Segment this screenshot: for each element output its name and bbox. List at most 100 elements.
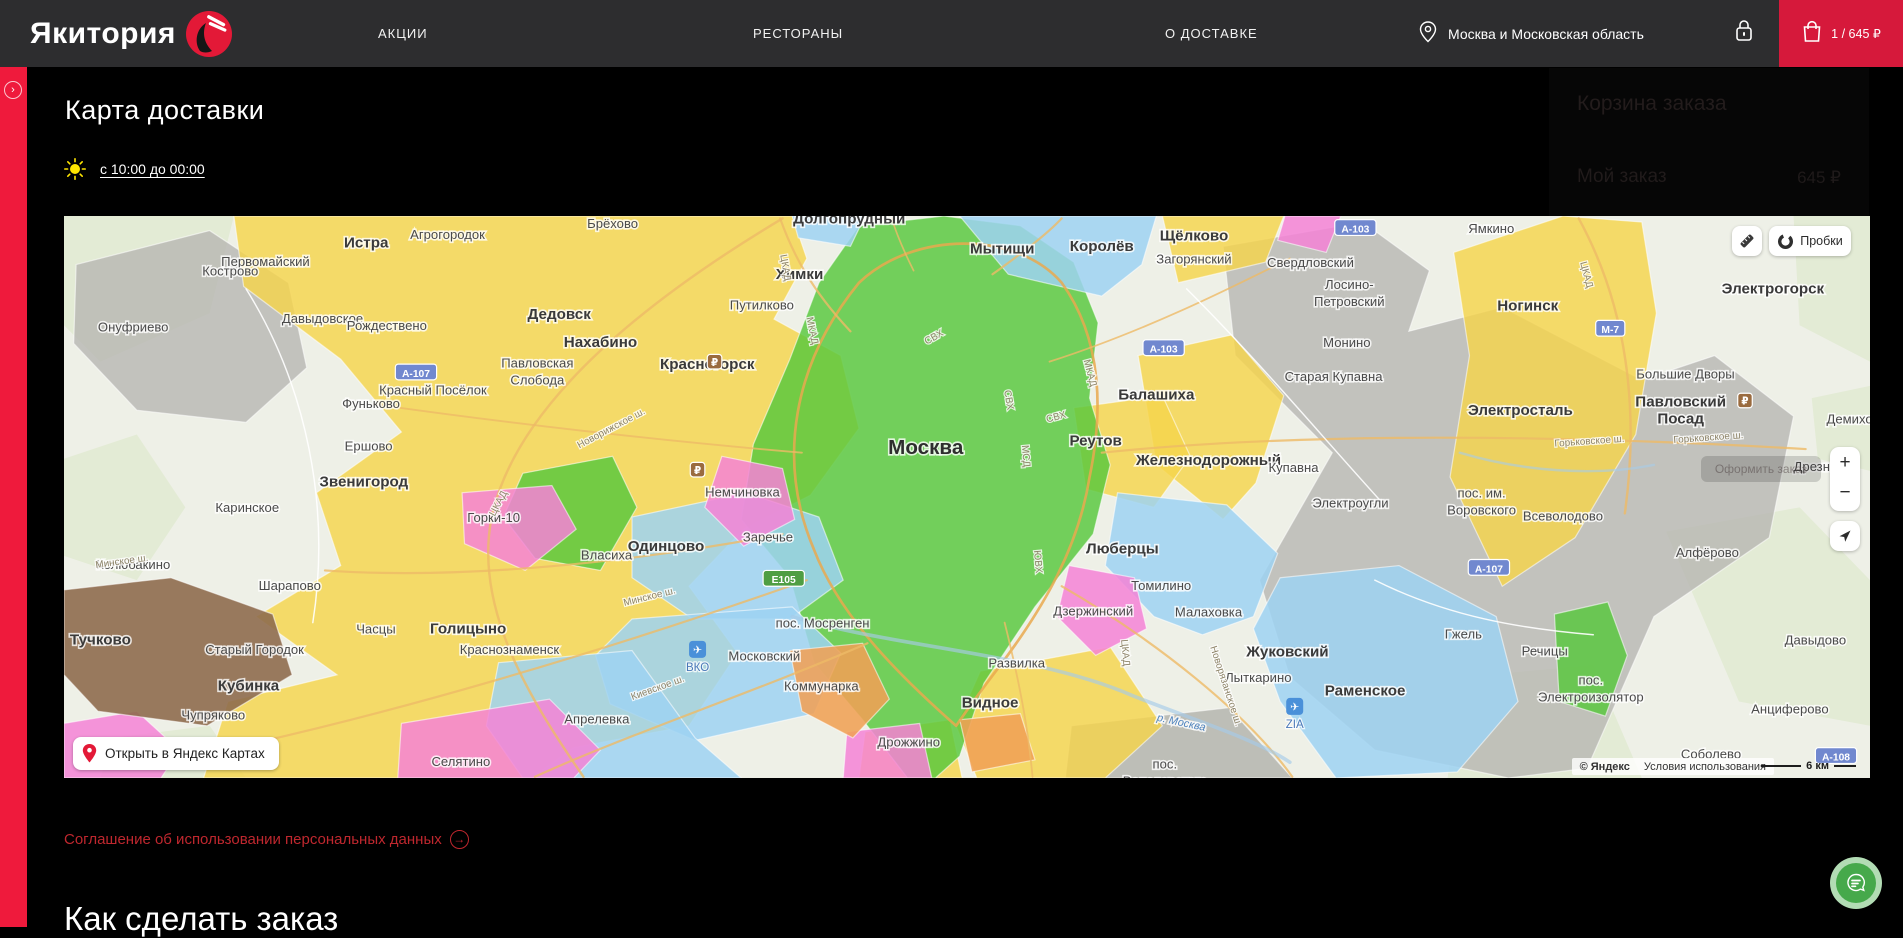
svg-text:✈: ✈ [693,645,702,657]
svg-text:Щёлково: Щёлково [1160,227,1229,244]
agreement-text: Соглашение об использовании персональных… [64,831,442,848]
traffic-label: Пробки [1800,234,1843,248]
cart-overlay-total: 645 ₽ [1797,168,1841,188]
nav-item-promos[interactable]: АКЦИИ [378,0,428,67]
shopping-bag-icon [1801,19,1823,48]
svg-text:Путилково: Путилково [730,297,794,312]
svg-text:Свердловский: Свердловский [1267,255,1354,270]
sun-icon [64,158,86,180]
traffic-ring-icon [1777,233,1794,250]
svg-text:Электроугли: Электроугли [1312,495,1388,510]
svg-text:Старый Городок: Старый Городок [205,642,304,657]
svg-text:А-107: А-107 [402,369,430,380]
svg-text:Коммунарка: Коммунарка [784,679,859,694]
svg-text:Слобода: Слобода [510,373,565,388]
nav-item-restaurants[interactable]: РЕСТОРАНЫ [753,0,843,67]
svg-text:Демихово: Демихово [1827,412,1870,427]
how-to-order-heading: Как сделать заказ [64,900,338,938]
logo[interactable]: Якитория [30,0,232,67]
nav-item-delivery[interactable]: О ДОСТАВКЕ [1165,0,1258,67]
svg-text:ЦКАД: ЦКАД [1118,639,1131,667]
sidebar-menu-label: МЕНЮ ДОСТАВКИ [0,510,81,639]
zoom-in-button[interactable]: + [1830,447,1860,479]
svg-text:А-107: А-107 [1475,564,1503,575]
chevron-right-icon[interactable]: › [4,81,22,99]
svg-text:✈: ✈ [1290,702,1299,714]
svg-text:Звенигород: Звенигород [319,474,408,491]
svg-text:пос. Мосренген: пос. Мосренген [776,615,870,630]
cart-count-price: 1 / 645 ₽ [1831,26,1881,41]
scale-line-left [1761,765,1801,767]
svg-text:ЮВХ: ЮВХ [1031,550,1044,574]
svg-text:Речицы: Речицы [1522,643,1568,658]
svg-text:Долгопрудный: Долгопрудный [793,216,905,227]
svg-text:Селятино: Селятино [431,754,490,769]
svg-text:Рождествено: Рождествено [347,318,427,333]
svg-text:Агрогородок: Агрогородок [410,227,485,242]
svg-text:Томилино: Томилино [1131,578,1191,593]
svg-text:пос.: пос. [1579,673,1604,688]
svg-text:Дедовск: Дедовск [528,306,592,323]
svg-text:Павловский: Павловский [1635,394,1726,411]
svg-text:Раменское: Раменское [1325,682,1406,699]
svg-text:Брёхово: Брёхово [587,216,638,231]
page-title: Карта доставки [65,95,264,126]
scale-line-right [1834,765,1856,767]
svg-text:Краснознаменск: Краснознаменск [460,642,560,657]
city-selector[interactable]: Москва и Московская область [1418,0,1644,67]
logo-icon [186,11,232,57]
personal-data-agreement-link[interactable]: Соглашение об использовании персональных… [64,830,469,849]
open-in-maps-label: Открыть в Яндекс Картах [105,746,265,761]
city-name: Москва и Московская область [1448,26,1644,42]
map-canvas[interactable]: МоскваДолгопрудныйМытищиКоролёвЩёлковоХи… [64,216,1870,778]
map-terms-link[interactable]: Условия использования [1644,761,1766,773]
delivery-hours-row: с 10:00 до 00:00 [64,158,205,180]
lock-button[interactable] [1722,0,1766,67]
svg-text:Электросталь: Электросталь [1468,402,1573,419]
svg-text:ВКО: ВКО [686,662,709,674]
ruler-tool-button[interactable] [1732,226,1762,256]
location-pin-icon [1418,20,1438,47]
cart-button[interactable]: 1 / 645 ₽ [1779,0,1903,67]
svg-text:Анциферово: Анциферово [1751,702,1828,717]
svg-text:₽: ₽ [1741,397,1748,408]
svg-text:Павловская: Павловская [501,356,573,371]
svg-text:А-103: А-103 [1150,345,1178,356]
checkout-button-fading: Оформить заказ [1701,456,1821,482]
svg-text:Ершово: Ершово [345,438,393,453]
svg-text:Петровский: Петровский [1314,294,1385,309]
svg-text:Дрожжино: Дрожжино [877,734,940,749]
chat-widget-button[interactable] [1830,857,1882,909]
delivery-menu-sidebar[interactable]: › МЕНЮ ДОСТАВКИ [0,67,27,927]
svg-text:Заречье: Заречье [743,529,793,544]
zoom-out-button[interactable]: − [1830,477,1860,509]
cart-overlay-title: Корзина заказа [1577,92,1727,116]
lock-icon [1733,18,1755,49]
open-in-yandex-maps-button[interactable]: Открыть в Яндекс Картах [73,737,279,770]
geolocation-button[interactable] [1830,521,1860,551]
arrow-right-circle-icon: → [450,830,469,849]
svg-text:Фуньково: Фуньково [342,396,400,411]
traffic-toggle-button[interactable]: Пробки [1769,226,1851,256]
svg-text:Кострово: Кострово [202,263,258,278]
delivery-map[interactable]: МоскваДолгопрудныйМытищиКоролёвЩёлковоХи… [64,216,1870,778]
red-map-pin-icon [81,743,98,764]
svg-text:Онуфриево: Онуфриево [98,319,169,334]
svg-text:Е105: Е105 [772,575,796,586]
svg-text:Одинцово: Одинцово [628,538,704,555]
svg-text:пос. им.: пос. им. [1458,486,1506,501]
map-copyright[interactable]: © Яндекс [1580,761,1630,773]
svg-text:Часцы: Часцы [356,622,395,637]
svg-text:ZIA: ZIA [1286,719,1304,731]
logo-text: Якитория [30,17,176,51]
svg-text:Посад: Посад [1657,411,1704,428]
svg-text:Реутов: Реутов [1069,432,1121,449]
svg-text:Голицыно: Голицыно [430,621,506,638]
svg-text:Мытищи: Мытищи [970,241,1034,258]
svg-text:Каринское: Каринское [215,500,279,515]
svg-text:Жуковский: Жуковский [1245,644,1328,661]
svg-text:Малаховка: Малаховка [1175,605,1243,620]
delivery-hours-link[interactable]: с 10:00 до 00:00 [100,161,205,177]
svg-text:А-103: А-103 [1341,224,1369,235]
svg-text:Немчиновка: Немчиновка [705,484,780,499]
